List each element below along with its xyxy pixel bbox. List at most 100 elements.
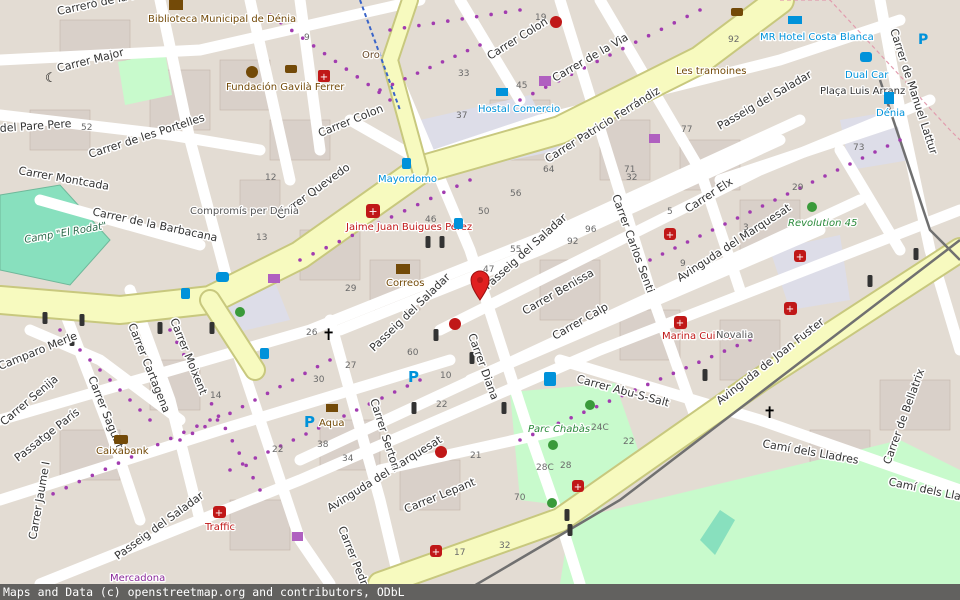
bank-icon[interactable] — [285, 65, 297, 73]
shop-dot — [860, 156, 865, 160]
house-number: 29 — [345, 284, 357, 294]
shop-dot — [607, 399, 612, 403]
fuel-icon[interactable] — [544, 372, 556, 386]
shop-dot — [303, 371, 307, 376]
shop-dot — [215, 418, 220, 422]
house-number: 73 — [853, 143, 864, 153]
railway-station-icon[interactable] — [884, 92, 894, 104]
poi-label-hostal: Hostal Comercio — [478, 104, 560, 115]
traffic-light-icon — [411, 402, 417, 414]
house-number: 92 — [567, 237, 578, 247]
shop-dot — [415, 202, 420, 207]
house-number: 92 — [728, 35, 739, 45]
traffic-light-icon — [439, 236, 445, 248]
poi-label-jaime: Jaime Juan Buigues Pérez — [345, 221, 472, 233]
car-rental-icon[interactable] — [216, 272, 229, 282]
shop-dot — [265, 391, 270, 396]
shop-dot — [428, 196, 433, 201]
house-number: 32 — [499, 541, 510, 551]
shop-dot — [64, 485, 68, 490]
shop-dot — [402, 25, 407, 30]
house-number: 24C — [591, 423, 609, 433]
shop-dot — [103, 467, 108, 472]
pharmacy-icon[interactable]: + — [664, 228, 676, 241]
shop-icon[interactable] — [268, 274, 280, 283]
shop-dot — [621, 46, 625, 51]
map-attribution: Maps and Data (c) openstreetmap.org and … — [0, 584, 960, 600]
shop-icon[interactable] — [292, 532, 303, 541]
fitness-icon[interactable] — [547, 498, 557, 508]
shop-dot — [223, 426, 228, 431]
pharmacy-icon[interactable]: + — [366, 204, 380, 218]
shop-dot — [465, 48, 470, 53]
car-rental-icon[interactable] — [860, 52, 872, 62]
shop-dot — [785, 192, 790, 196]
shop-dot — [503, 10, 508, 15]
bus-stop-icon[interactable] — [181, 288, 190, 299]
traffic-light-icon — [567, 524, 573, 536]
bus-stop-icon[interactable] — [402, 158, 411, 169]
house-number: 32 — [626, 173, 637, 183]
shop-dot — [722, 349, 727, 353]
pharmacy-icon[interactable]: + — [430, 545, 442, 558]
fitness-icon[interactable] — [326, 404, 338, 412]
svg-text:+: + — [676, 318, 684, 329]
hotel-icon[interactable] — [496, 88, 508, 96]
fitness-icon[interactable] — [548, 440, 558, 450]
shop-dot — [460, 17, 465, 21]
library-icon[interactable] — [169, 0, 183, 10]
parking-icon[interactable]: P — [304, 413, 315, 431]
shop-dot — [290, 28, 294, 33]
bank-icon[interactable] — [114, 435, 128, 444]
shop-dot — [203, 424, 207, 429]
parking-icon[interactable]: P — [408, 368, 419, 386]
house-number: 45 — [516, 81, 527, 91]
pharmacy-icon[interactable]: + — [318, 70, 330, 83]
shop-icon[interactable] — [539, 76, 551, 86]
bus-stop-icon[interactable] — [260, 348, 269, 359]
shop-dot — [178, 438, 182, 442]
shop-dot — [216, 414, 221, 418]
fitness-icon[interactable] — [807, 202, 817, 212]
map-canvas[interactable]: Carreró de la Mora Carrer Major del Pare… — [0, 0, 960, 584]
place-of-worship-icon[interactable]: ✝ — [763, 403, 776, 422]
pharmacy-icon[interactable]: + — [213, 506, 226, 519]
poi-label-traffic: Traffic — [204, 522, 235, 533]
shop-icon[interactable] — [649, 134, 660, 143]
pharmacy-icon[interactable]: + — [794, 250, 806, 263]
playground-icon[interactable] — [235, 307, 245, 317]
parking-icon[interactable]: P — [918, 32, 928, 48]
hotel-icon[interactable] — [788, 16, 802, 24]
pharmacy-icon[interactable]: + — [784, 302, 797, 315]
bus-stop-icon[interactable] — [454, 218, 463, 229]
poi-label-parc: Parc Chabàs — [528, 423, 590, 435]
house-number: 77 — [681, 125, 692, 135]
shop-dot — [735, 343, 740, 348]
place-of-worship-icon[interactable]: ☾ — [45, 71, 57, 86]
svg-text:+: + — [666, 230, 674, 241]
shop-dot — [645, 382, 650, 387]
svg-text:P: P — [304, 413, 315, 431]
bank-icon[interactable] — [731, 8, 743, 16]
restaurant-icon[interactable] — [435, 446, 447, 458]
pharmacy-icon[interactable]: + — [572, 480, 584, 493]
shop-dot — [209, 402, 214, 406]
shop-dot — [98, 368, 102, 372]
place-of-worship-icon[interactable]: ✝ — [322, 325, 335, 344]
pharmacy-icon[interactable]: + — [674, 316, 687, 329]
post-office-icon[interactable] — [396, 264, 410, 274]
shop-dot — [116, 461, 121, 465]
shop-dot — [251, 475, 255, 480]
poi-label-caixabank: Caixabank — [96, 446, 149, 457]
theatre-icon[interactable] — [246, 66, 258, 78]
shop-dot — [671, 371, 676, 376]
restaurant-icon[interactable] — [550, 16, 562, 28]
shop-dot — [835, 168, 840, 172]
restaurant-icon[interactable] — [449, 318, 461, 330]
shop-dot — [659, 27, 664, 32]
shop-dot — [58, 328, 62, 332]
svg-text:+: + — [320, 72, 328, 83]
playground-icon[interactable] — [585, 400, 595, 410]
svg-text:P: P — [918, 32, 928, 48]
map-view[interactable]: Carreró de la Mora Carrer Major del Pare… — [0, 0, 960, 600]
